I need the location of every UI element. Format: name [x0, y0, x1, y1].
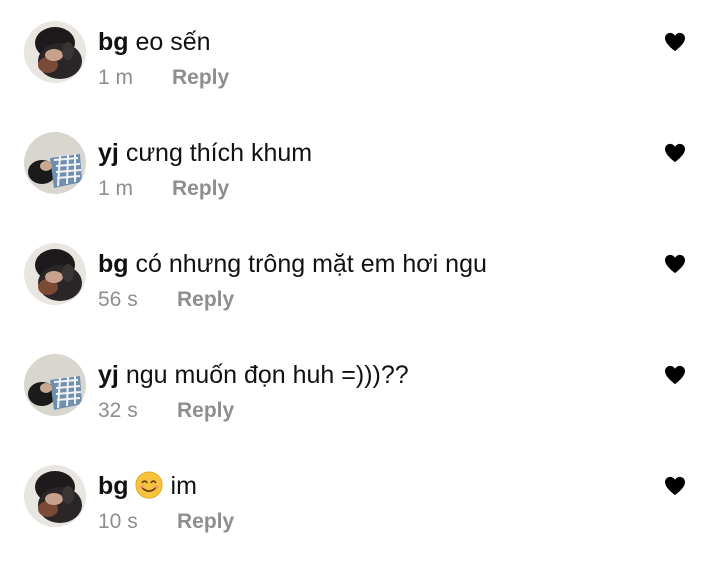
avatar[interactable] — [24, 132, 86, 194]
reply-button[interactable]: Reply — [177, 397, 234, 425]
comment-time: 1 m — [98, 177, 134, 200]
comment-username[interactable]: yj — [98, 139, 119, 167]
reply-button[interactable]: Reply — [172, 175, 229, 203]
avatar-yj-icon — [24, 354, 86, 416]
comment-username[interactable]: yj — [98, 361, 119, 389]
comment-text: ngu muốn đọn huh =)))?? — [125, 361, 409, 389]
comment-text: im — [170, 472, 197, 500]
reply-button[interactable]: Reply — [177, 508, 234, 536]
avatar[interactable] — [24, 465, 86, 527]
reply-button[interactable]: Reply — [177, 286, 234, 314]
comment-item: bg im 10 s Reply — [0, 464, 720, 564]
avatar-bg-icon — [24, 243, 86, 305]
comment-meta: 1 m Reply — [98, 175, 229, 203]
avatar-yj-icon — [24, 132, 86, 194]
heart-filled-icon[interactable] — [664, 476, 686, 496]
avatar[interactable] — [24, 354, 86, 416]
comment-meta: 56 s Reply — [98, 286, 234, 314]
heart-filled-icon[interactable] — [664, 254, 686, 274]
comment-line: bg eo sến — [98, 26, 211, 58]
comment-time: 10 s — [98, 510, 138, 533]
comment-text: eo sến — [135, 28, 211, 56]
comment-username[interactable]: bg — [98, 472, 129, 500]
avatar[interactable] — [24, 21, 86, 83]
comment-text: cưng thích khum — [125, 139, 313, 167]
comment-meta: 10 s Reply — [98, 508, 234, 536]
comment-text: có nhưng trông mặt em hơi ngu — [135, 250, 487, 278]
heart-filled-icon[interactable] — [664, 365, 686, 385]
comment-meta: 32 s Reply — [98, 397, 234, 425]
comment-meta: 1 m Reply — [98, 64, 229, 92]
heart-filled-icon[interactable] — [664, 32, 686, 52]
avatar-bg-icon — [24, 465, 86, 527]
comment-username[interactable]: bg — [98, 250, 129, 278]
comment-item: yj cưng thích khum 1 m Reply — [0, 131, 720, 231]
comment-line: yj cưng thích khum — [98, 137, 312, 169]
comment-item: bg có nhưng trông mặt em hơi ngu 56 s Re… — [0, 242, 720, 342]
comment-username[interactable]: bg — [98, 28, 129, 56]
comment-time: 1 m — [98, 66, 134, 89]
comment-item: yj ngu muốn đọn huh =)))?? 32 s Reply — [0, 353, 720, 453]
comment-item: bg eo sến 1 m Reply — [0, 20, 720, 120]
comment-line: bg im — [98, 470, 197, 502]
avatar[interactable] — [24, 243, 86, 305]
comment-time: 56 s — [98, 288, 138, 311]
reply-button[interactable]: Reply — [172, 64, 229, 92]
smiling-face-emoji-icon — [135, 471, 163, 499]
comment-line: yj ngu muốn đọn huh =)))?? — [98, 359, 409, 391]
comment-time: 32 s — [98, 399, 138, 422]
avatar-bg-icon — [24, 21, 86, 83]
heart-filled-icon[interactable] — [664, 143, 686, 163]
comment-line: bg có nhưng trông mặt em hơi ngu — [98, 248, 487, 280]
